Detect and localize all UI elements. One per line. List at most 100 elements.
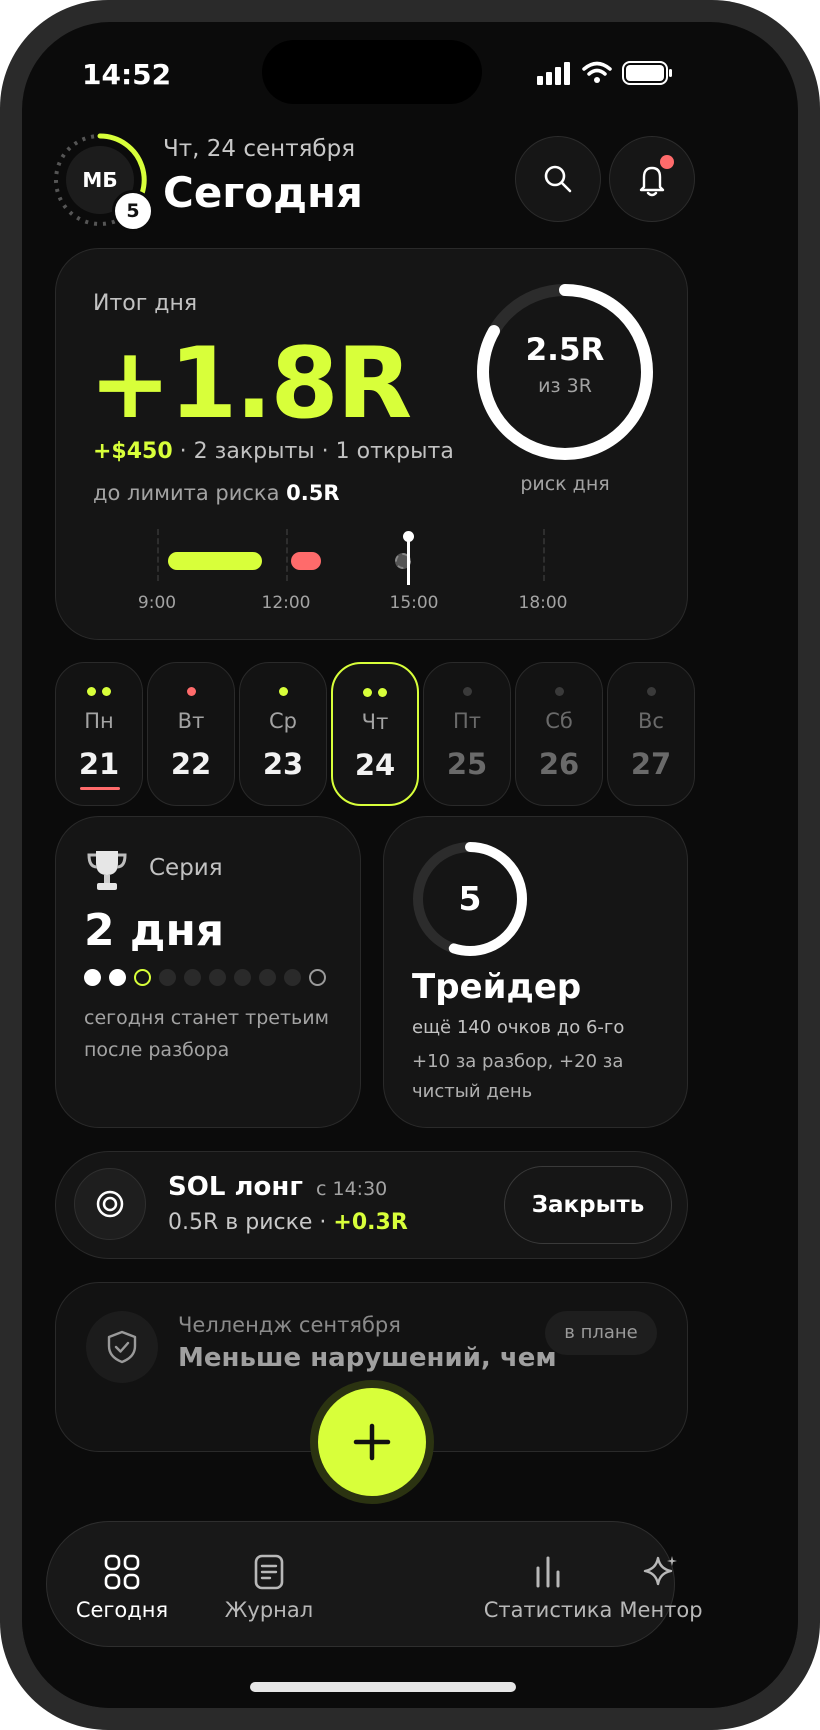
position-icon-wrap [74,1168,146,1240]
grid-icon [104,1554,140,1590]
phone-frame: 14:52 МБ 5 Чт, 24 сентября Сегодня Итог … [0,0,820,1730]
challenge-label: Челлендж сентября [178,1313,401,1337]
page-title: Сегодня [163,168,364,217]
nav-item-journal[interactable]: Журнал [199,1554,339,1622]
day-status-dots [56,687,142,697]
streak-note-line2: после разбора [84,1039,230,1061]
nav-label-today: Сегодня [75,1598,169,1622]
signal-icon [537,62,570,85]
streak-dot-empty [259,969,276,986]
position-name: SOL лонг [168,1172,303,1202]
day-status-dots [516,687,602,697]
streak-value: 2 дня [84,905,225,956]
day-status-dots [424,687,510,697]
day-status-dots [608,687,694,697]
streak-note-line1: сегодня станет третьим [84,1007,329,1029]
trade-bar-loss[interactable] [291,552,321,570]
streak-dot-goal [309,969,326,986]
streak-dot-today [134,969,151,986]
app-screen: 14:52 МБ 5 Чт, 24 сентября Сегодня Итог … [22,22,798,1708]
risk-ring-value: 2.5R [525,332,605,368]
day-21[interactable]: Пн 21 [55,662,143,806]
position-sep: · [319,1210,327,1235]
level-hint-line1: +10 за разбор, +20 за [412,1051,624,1072]
summary-result: +1.8R [89,327,412,441]
position-pnl: +0.3R [333,1210,408,1235]
target-icon [96,1190,124,1218]
challenge-title: Меньше нарушений, чем [178,1343,557,1373]
close-position-button[interactable]: Закрыть [504,1166,672,1244]
day-status-dot [102,687,111,696]
nav-label-journal: Журнал [224,1598,314,1622]
header-date: Чт, 24 сентября [163,136,356,162]
streak-dot-empty [284,969,301,986]
streak-card[interactable]: Серия 2 дня сегодня станет третьим после… [55,816,361,1128]
summary-pnl: +$450 [93,439,173,464]
level-badge-number: 5 [126,200,140,222]
day-name: Вс [638,709,664,733]
streak-dot-done [109,969,126,986]
summary-details: +$450 · 2 закрыты · 1 открыта [93,439,454,464]
position-stats: 0.5R в риске · +0.3R [168,1210,408,1235]
day-name: Ср [269,709,297,733]
day-status-dot [554,687,564,696]
timeline: 9:00 12:00 15:00 18:00 [56,529,689,629]
trophy-icon [87,851,127,890]
day-summary-card[interactable]: Итог дня +1.8R +$450 · 2 закрыты · 1 отк… [55,248,688,640]
plus-icon [353,1423,391,1461]
day-status-dots [333,688,417,698]
day-status-dot [186,687,196,696]
nav-item-mentor[interactable]: Ментор [606,1554,716,1622]
day-number: 23 [262,747,304,781]
nav-item-today[interactable]: Сегодня [52,1554,192,1622]
now-marker-line [407,537,410,585]
day-status-dot [646,687,656,696]
day-underline [80,787,120,790]
streak-dot-empty [159,969,176,986]
day-26[interactable]: Сб 26 [515,662,603,806]
streak-dot-empty [184,969,201,986]
open-position-card[interactable]: SOL лонг с 14:30 0.5R в риске · +0.3R За… [55,1151,688,1259]
day-25[interactable]: Пт 25 [423,662,511,806]
risk-ring [477,284,653,460]
day-24[interactable]: Чт 24 [331,662,419,806]
search-icon [544,165,572,193]
level-hint-line2: чистый день [412,1081,533,1102]
nav-label-stats: Статистика [483,1598,613,1622]
challenge-badge: в плане [545,1311,657,1355]
summary-label: Итог дня [93,291,198,316]
day-22[interactable]: Вт 22 [147,662,235,806]
risk-limit-label: до лимита риска [93,481,280,505]
day-status-dot [87,687,96,696]
streak-label: Серия [149,855,223,881]
day-status-dot [462,687,472,696]
timeline-label: 9:00 [137,593,177,613]
dynamic-island [262,40,482,104]
status-time: 14:52 [82,58,172,91]
day-name: Чт [361,710,389,734]
day-number: 21 [78,747,120,781]
timeline-gridline [286,529,288,581]
day-number: 25 [446,747,488,781]
day-number: 27 [630,747,672,781]
day-status-dot [378,688,387,697]
search-button[interactable] [515,136,601,222]
notifications-button[interactable] [609,136,695,222]
challenge-icon-wrap [86,1311,158,1383]
streak-dot-empty [234,969,251,986]
day-27[interactable]: Вс 27 [607,662,695,806]
day-status-dots [148,687,234,697]
timeline-gridline [157,529,159,581]
nav-item-stats[interactable]: Статистика [478,1554,618,1622]
trade-bar-win[interactable] [168,552,262,570]
timeline-gridline [543,529,545,581]
home-indicator [250,1682,516,1692]
day-23[interactable]: Ср 23 [239,662,327,806]
level-points: ещё 140 очков до 6-го [412,1017,625,1038]
level-title: Трейдер [412,967,582,1007]
position-since: с 14:30 [316,1178,388,1200]
add-trade-button[interactable] [318,1388,426,1496]
risk-ring-sub: из 3R [538,375,592,397]
sparkle-icon [643,1556,677,1586]
level-card[interactable]: 5 Трейдер ещё 140 очков до 6-го +10 за р… [383,816,688,1128]
